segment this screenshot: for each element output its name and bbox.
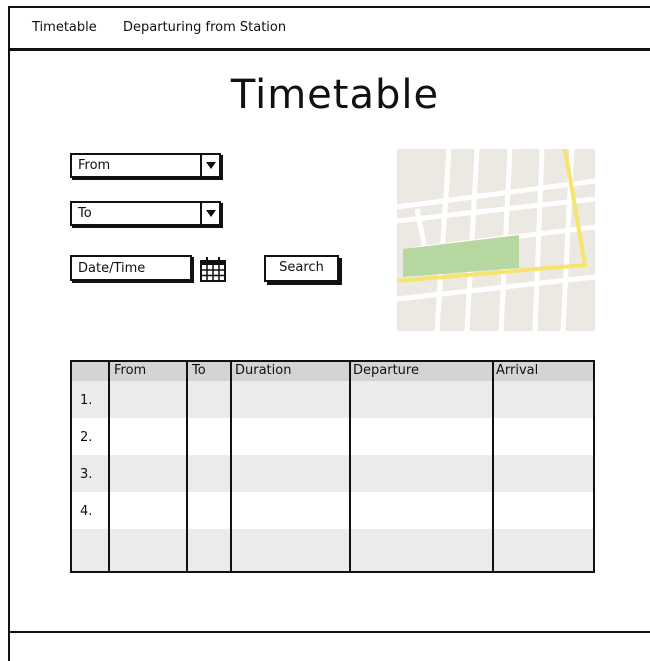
column-header-duration: Duration bbox=[235, 363, 292, 378]
timetable-grid: From To Duration Departure Arrival 1. 2.… bbox=[70, 360, 595, 573]
column-divider bbox=[108, 362, 110, 571]
to-dropdown-label: To bbox=[78, 206, 92, 221]
nav-subtitle[interactable]: Departuring from Station bbox=[123, 20, 286, 35]
row-number: 2. bbox=[80, 430, 93, 445]
table-row[interactable] bbox=[72, 529, 593, 571]
search-button[interactable]: Search bbox=[264, 255, 339, 282]
column-divider bbox=[492, 362, 494, 571]
row-number: 3. bbox=[80, 467, 93, 482]
to-dropdown[interactable]: To bbox=[70, 201, 221, 226]
datetime-input-label: Date/Time bbox=[78, 261, 146, 276]
bottom-divider bbox=[8, 631, 650, 633]
column-divider bbox=[349, 362, 351, 571]
from-dropdown-label: From bbox=[78, 158, 111, 173]
table-row[interactable]: 4. bbox=[72, 492, 593, 529]
page-title: Timetable bbox=[230, 72, 440, 118]
top-nav-bar: Timetable Departuring from Station bbox=[8, 6, 650, 51]
from-dropdown[interactable]: From bbox=[70, 153, 221, 178]
column-header-arrival: Arrival bbox=[496, 363, 539, 378]
table-row[interactable]: 3. bbox=[72, 455, 593, 492]
column-divider bbox=[186, 362, 188, 571]
table-header-row: From To Duration Departure Arrival bbox=[72, 362, 593, 382]
row-number: 1. bbox=[80, 393, 93, 408]
column-header-to: To bbox=[192, 363, 206, 378]
column-divider bbox=[230, 362, 232, 571]
map-image bbox=[397, 149, 595, 331]
table-row[interactable]: 1. bbox=[72, 381, 593, 418]
datetime-input[interactable]: Date/Time bbox=[70, 255, 192, 281]
column-header-from: From bbox=[114, 363, 147, 378]
chevron-down-icon[interactable] bbox=[200, 203, 219, 224]
row-number: 4. bbox=[80, 504, 93, 519]
table-row[interactable]: 2. bbox=[72, 418, 593, 455]
nav-title[interactable]: Timetable bbox=[32, 20, 97, 35]
calendar-icon[interactable] bbox=[199, 256, 227, 282]
column-header-departure: Departure bbox=[353, 363, 419, 378]
chevron-down-icon[interactable] bbox=[200, 155, 219, 176]
